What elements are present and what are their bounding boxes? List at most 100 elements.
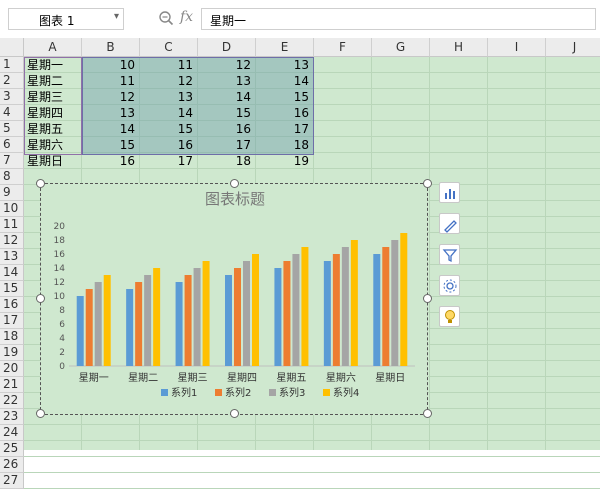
- resize-handle[interactable]: [36, 294, 45, 303]
- row-header-19[interactable]: 19: [0, 345, 24, 361]
- table-cell[interactable]: 18: [256, 137, 309, 153]
- table-cell[interactable]: 13: [256, 57, 309, 73]
- row-header-24[interactable]: 24: [0, 425, 24, 441]
- row-header-1[interactable]: 1: [0, 57, 24, 73]
- table-cell[interactable]: 11: [140, 57, 193, 73]
- row-header-3[interactable]: 3: [0, 89, 24, 105]
- table-cell[interactable]: 12: [198, 57, 251, 73]
- table-cell[interactable]: 星期一: [27, 57, 81, 73]
- table-cell[interactable]: 17: [198, 137, 251, 153]
- row-header-13[interactable]: 13: [0, 249, 24, 265]
- table-cell[interactable]: 12: [140, 73, 193, 89]
- formula-input[interactable]: 星期一: [201, 8, 596, 30]
- bar-3: [391, 240, 399, 366]
- table-cell[interactable]: 16: [198, 121, 251, 137]
- row-header-7[interactable]: 7: [0, 153, 24, 169]
- table-cell[interactable]: 星期五: [27, 121, 81, 137]
- column-header-b[interactable]: B: [82, 38, 140, 57]
- chart-object[interactable]: 图表标题 0 2 4 6 8 10 12 14 16 18 20 星期一 星期二 星期三 星期四 星期五 星期六星…: [40, 183, 428, 415]
- row-header-16[interactable]: 16: [0, 297, 24, 313]
- row-header-12[interactable]: 12: [0, 233, 24, 249]
- zoom-icon[interactable]: [158, 10, 174, 26]
- chart-settings-button[interactable]: [439, 275, 460, 296]
- row-header-17[interactable]: 17: [0, 313, 24, 329]
- table-cell[interactable]: 11: [82, 73, 135, 89]
- row-header-11[interactable]: 11: [0, 217, 24, 233]
- chart-plot[interactable]: 0 2 4 6 8 10 12 14 16 18 20 星期一 星期二 星期三 星期四 星期五 星期六 星期日系列…: [41, 184, 427, 414]
- table-cell[interactable]: 15: [198, 105, 251, 121]
- column-header-g[interactable]: G: [372, 38, 430, 57]
- table-cell[interactable]: 13: [198, 73, 251, 89]
- table-cell[interactable]: 19: [256, 153, 309, 169]
- row-header-8[interactable]: 8: [0, 169, 24, 185]
- row-header-9[interactable]: 9: [0, 185, 24, 201]
- resize-handle[interactable]: [423, 179, 432, 188]
- table-cell[interactable]: 14: [82, 121, 135, 137]
- column-header-f[interactable]: F: [314, 38, 372, 57]
- resize-handle[interactable]: [423, 294, 432, 303]
- select-all-corner[interactable]: [0, 38, 24, 57]
- column-header-a[interactable]: A: [24, 38, 82, 57]
- table-cell[interactable]: 13: [140, 89, 193, 105]
- row-header-6[interactable]: 6: [0, 137, 24, 153]
- table-cell[interactable]: 13: [82, 105, 135, 121]
- resize-handle[interactable]: [36, 179, 45, 188]
- table-cell[interactable]: 17: [256, 121, 309, 137]
- chart-filter-button[interactable]: [439, 244, 460, 265]
- column-header-e[interactable]: E: [256, 38, 314, 57]
- column-header-h[interactable]: H: [430, 38, 488, 57]
- row-header-21[interactable]: 21: [0, 377, 24, 393]
- y-tick-label: 16: [54, 250, 66, 260]
- table-cell[interactable]: 星期二: [27, 73, 81, 89]
- column-header-i[interactable]: I: [488, 38, 546, 57]
- table-cell[interactable]: 10: [82, 57, 135, 73]
- table-cell[interactable]: 17: [140, 153, 193, 169]
- resize-handle[interactable]: [423, 409, 432, 418]
- row-header-27[interactable]: 27: [0, 473, 24, 489]
- table-cell[interactable]: 星期四: [27, 105, 81, 121]
- table-cell[interactable]: 18: [198, 153, 251, 169]
- table-cell[interactable]: 15: [82, 137, 135, 153]
- table-cell[interactable]: 14: [140, 105, 193, 121]
- column-header-c[interactable]: C: [140, 38, 198, 57]
- spreadsheet-grid[interactable]: A B C D E F G H I J 1 2 3 4 5 6 7 8 9 10 11 12 13 14 15 16 17 18 19 2…: [0, 38, 600, 489]
- row-header-5[interactable]: 5: [0, 121, 24, 137]
- row-header-20[interactable]: 20: [0, 361, 24, 377]
- table-cell[interactable]: 14: [198, 89, 251, 105]
- table-cell[interactable]: 16: [256, 105, 309, 121]
- chevron-down-icon[interactable]: ▾: [114, 11, 119, 22]
- resize-handle[interactable]: [230, 409, 239, 418]
- row-header-14[interactable]: 14: [0, 265, 24, 281]
- resize-handle[interactable]: [36, 409, 45, 418]
- row-header-22[interactable]: 22: [0, 393, 24, 409]
- row-header-2[interactable]: 2: [0, 73, 24, 89]
- row-header-4[interactable]: 4: [0, 105, 24, 121]
- table-cell[interactable]: 星期六: [27, 137, 81, 153]
- resize-handle[interactable]: [230, 179, 239, 188]
- name-box[interactable]: 图表 1 ▾: [8, 8, 124, 30]
- legend-swatch: [215, 389, 222, 396]
- fx-icon[interactable]: fx: [180, 9, 193, 25]
- table-cell[interactable]: 15: [140, 121, 193, 137]
- table-cell[interactable]: 星期日: [27, 153, 81, 169]
- chart-filter-icon: [442, 249, 458, 263]
- table-cell[interactable]: 14: [256, 73, 309, 89]
- row-header-23[interactable]: 23: [0, 409, 24, 425]
- row-header-26[interactable]: 26: [0, 457, 24, 473]
- column-header-d[interactable]: D: [198, 38, 256, 57]
- chart-tips-button[interactable]: [439, 306, 460, 327]
- table-cell[interactable]: 12: [82, 89, 135, 105]
- row-header-25[interactable]: 25: [0, 441, 24, 457]
- table-cell[interactable]: 星期三: [27, 89, 81, 105]
- row-header-15[interactable]: 15: [0, 281, 24, 297]
- chart-styles-button[interactable]: [439, 213, 460, 234]
- y-tick-label: 2: [59, 348, 65, 358]
- table-cell[interactable]: 16: [140, 137, 193, 153]
- row-header-18[interactable]: 18: [0, 329, 24, 345]
- row-header-10[interactable]: 10: [0, 201, 24, 217]
- table-cell[interactable]: 15: [256, 89, 309, 105]
- bar-1: [373, 254, 381, 366]
- chart-elements-button[interactable]: [439, 182, 460, 203]
- table-cell[interactable]: 16: [82, 153, 135, 169]
- column-header-j[interactable]: J: [546, 38, 600, 57]
